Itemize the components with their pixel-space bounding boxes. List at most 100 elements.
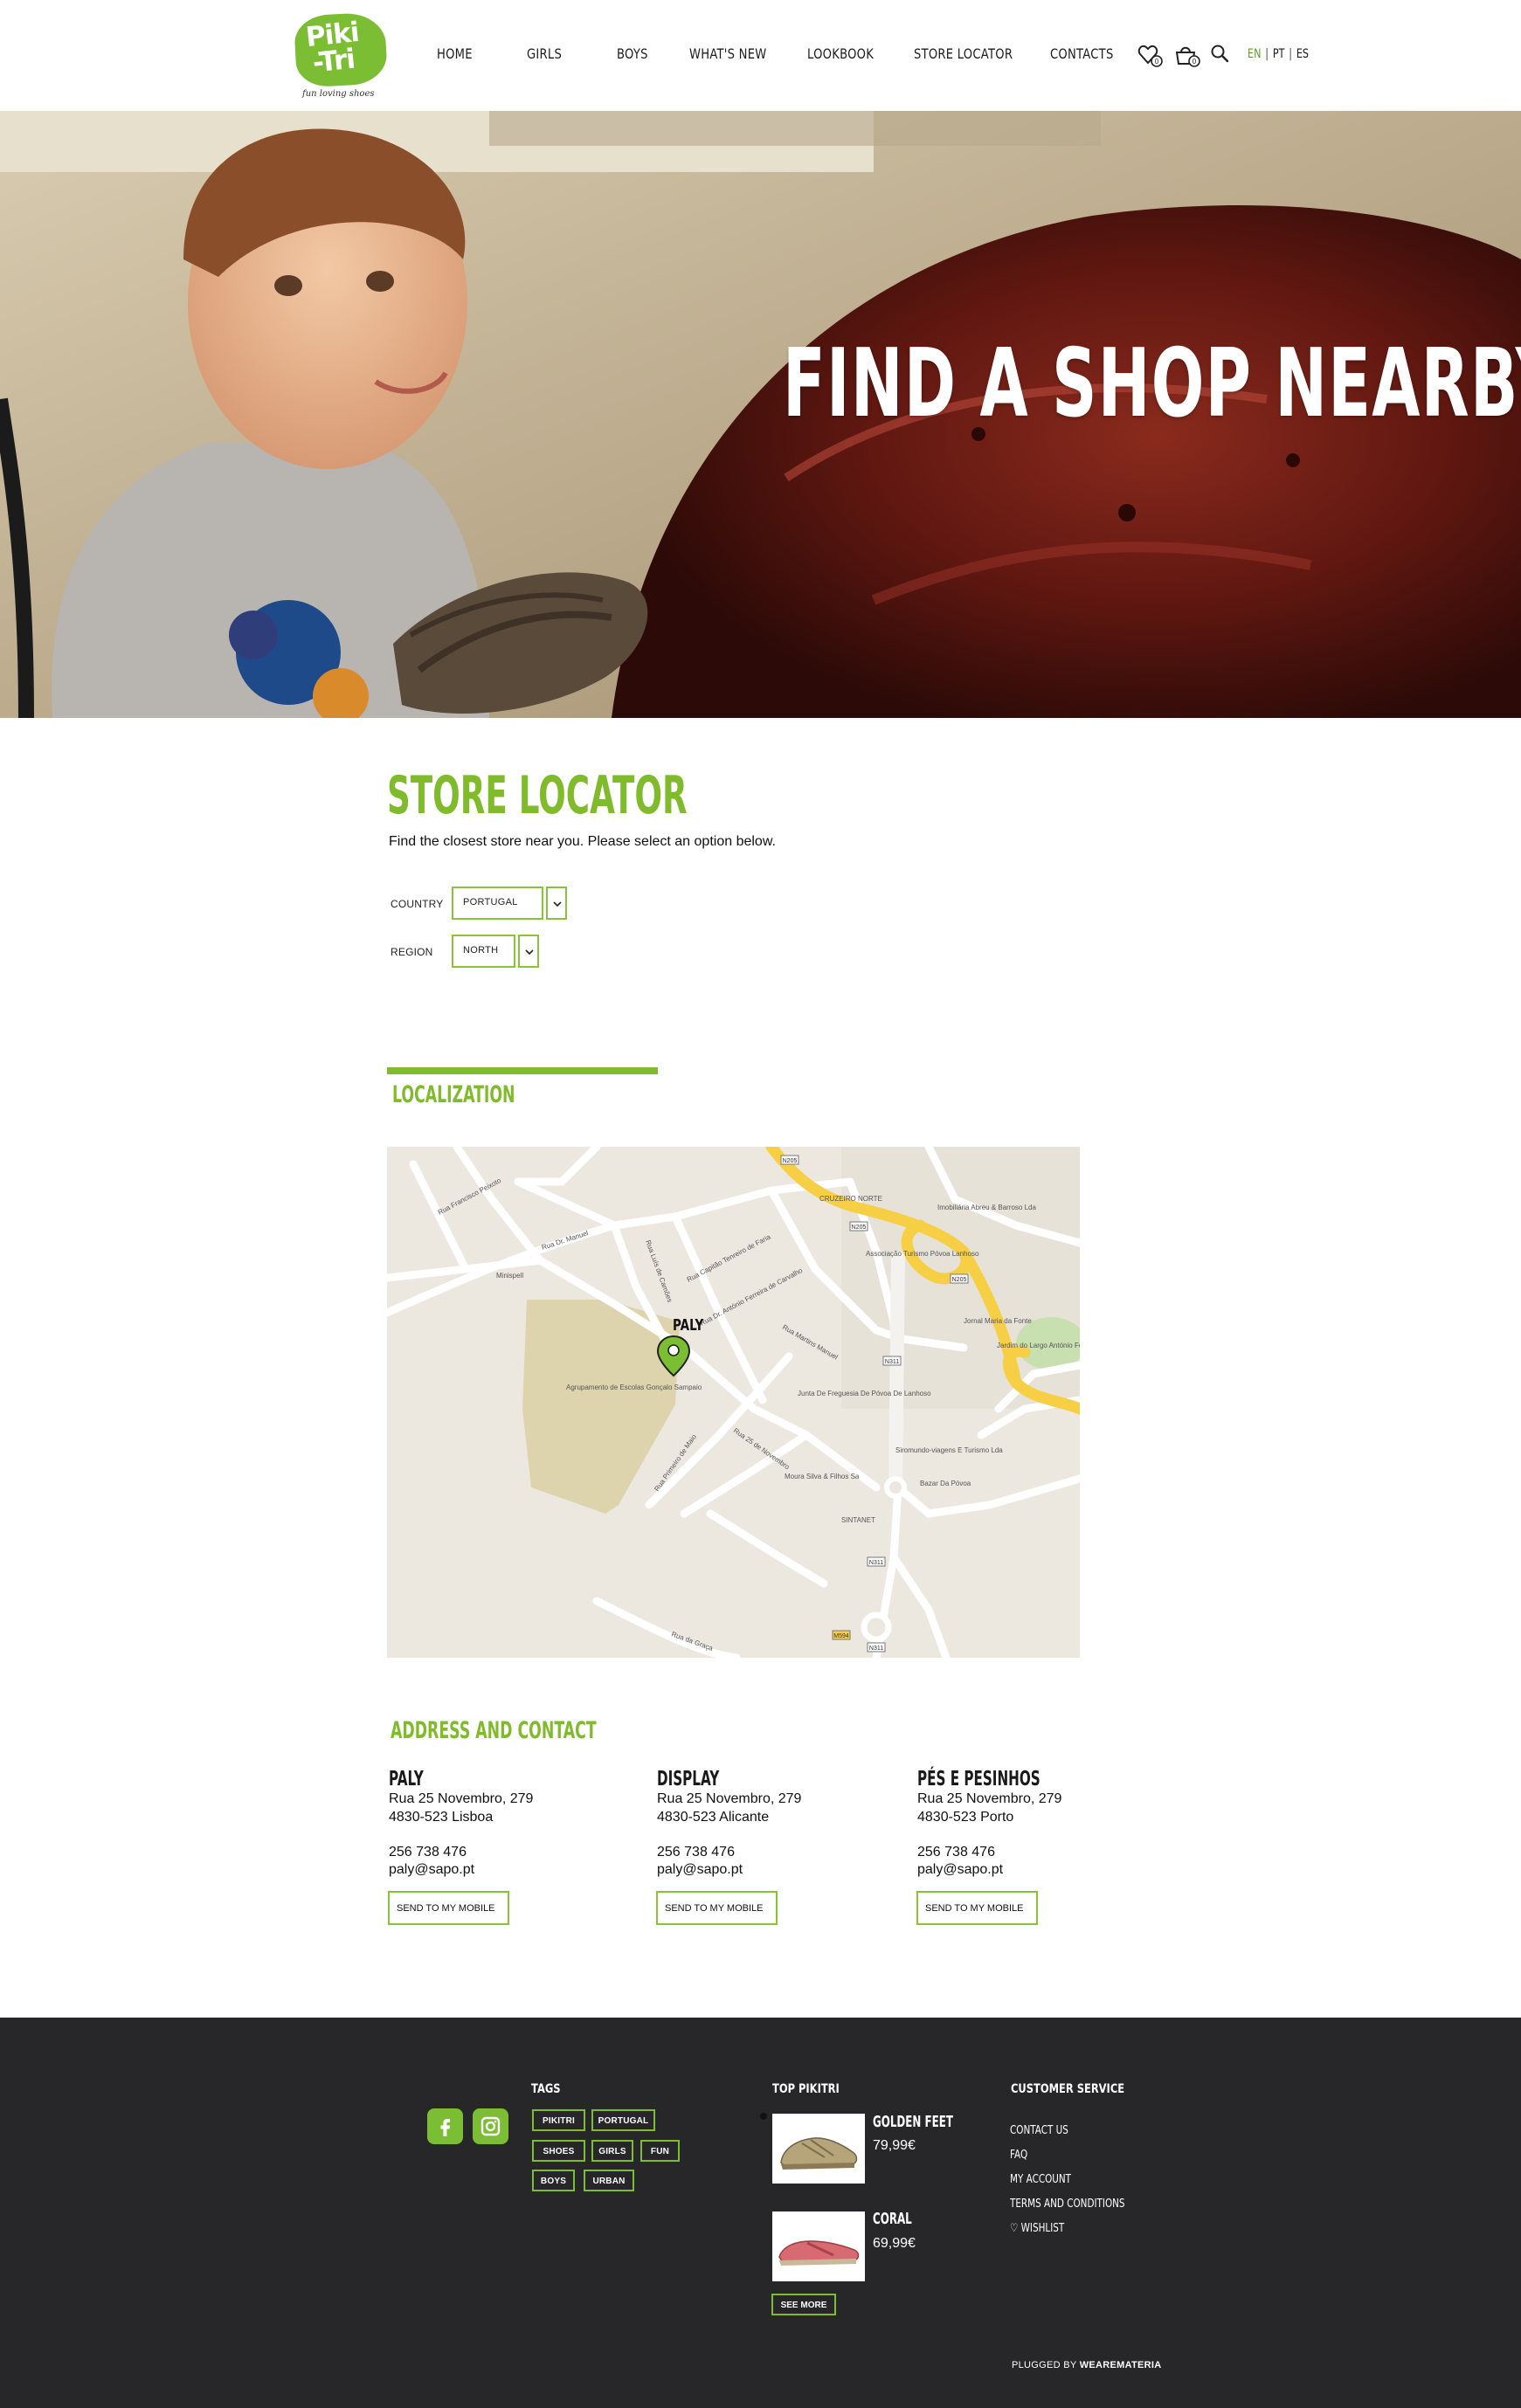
- map-label: Associação Turismo Póvoa Lanhoso: [866, 1250, 979, 1258]
- store-city: 4830-523 Porto: [917, 1810, 1014, 1825]
- tag-button[interactable]: GIRLS: [591, 2140, 633, 2162]
- store-phone[interactable]: 256 738 476: [917, 1845, 995, 1860]
- tags-heading: TAGS: [531, 2082, 561, 2096]
- footer-link-terms[interactable]: TERMS AND CONDITIONS: [1010, 2198, 1125, 2211]
- map-pin-label: PALY: [673, 1315, 704, 1334]
- store-phone[interactable]: 256 738 476: [657, 1845, 735, 1860]
- chevron-down-icon: [553, 901, 562, 907]
- map-label: CRUZEIRO NORTE: [819, 1195, 882, 1203]
- store-street: Rua 25 Novembro, 279: [657, 1791, 802, 1806]
- tag-button[interactable]: BOYS: [532, 2170, 575, 2191]
- store-city: 4830-523 Lisboa: [389, 1810, 494, 1825]
- lang-separator: |: [1265, 47, 1269, 61]
- credit-brand[interactable]: WEAREMATERIA: [1080, 2360, 1162, 2370]
- map-label: Imobiliária Abreu & Barroso Lda: [937, 1204, 1037, 1211]
- svg-text:0: 0: [1193, 58, 1197, 66]
- language-switcher: EN | PT | ES: [1248, 47, 1309, 61]
- customer-service-heading: CUSTOMER SERVICE: [1011, 2082, 1125, 2096]
- top-pikitri-heading: TOP PIKITRI: [772, 2082, 840, 2096]
- instagram-button[interactable]: [473, 2108, 508, 2144]
- map-road-shield: N311: [869, 1646, 883, 1652]
- lang-pt[interactable]: PT: [1273, 47, 1285, 61]
- logo-tagline: fun loving shoes: [302, 89, 375, 99]
- map-road-shield: N311: [869, 1560, 883, 1566]
- nav-whats-new[interactable]: WHAT'S NEW: [689, 45, 766, 62]
- lang-separator: |: [1289, 47, 1293, 61]
- tag-button[interactable]: URBAN: [584, 2170, 634, 2191]
- nav-lookbook[interactable]: LOOKBOOK: [807, 45, 874, 62]
- store-name: DISPLAY: [657, 1768, 720, 1790]
- site-footer: [0, 2018, 1521, 2408]
- svg-text:0: 0: [1155, 58, 1159, 66]
- country-dropdown-button[interactable]: [546, 887, 567, 920]
- chevron-down-icon: [525, 949, 534, 956]
- map-label: Junta De Freguesia De Póvoa De Lanhoso: [798, 1390, 931, 1397]
- localization-title: LOCALIZATION: [392, 1081, 515, 1108]
- search-icon[interactable]: [1210, 44, 1229, 63]
- send-to-mobile-button[interactable]: SEND TO MY MOBILE: [656, 1891, 778, 1925]
- country-select[interactable]: PORTUGAL: [452, 887, 543, 920]
- tag-button[interactable]: PIKITRI: [532, 2109, 585, 2131]
- region-dropdown-button[interactable]: [518, 935, 539, 968]
- hero-title: FIND A SHOP NEARBY: [783, 329, 1521, 438]
- page-subtitle: Find the closest store near you. Please …: [389, 834, 776, 849]
- region-select[interactable]: NORTH: [452, 935, 515, 968]
- nav-store-locator[interactable]: STORE LOCATOR: [914, 45, 1013, 62]
- product-name[interactable]: GOLDEN FEET: [873, 2113, 953, 2131]
- page-title: STORE LOCATOR: [387, 765, 688, 826]
- map-road-shield: M594: [833, 1633, 849, 1639]
- footer-link-my-account[interactable]: MY ACCOUNT: [1010, 2173, 1071, 2186]
- map-road-shield: N311: [885, 1359, 899, 1365]
- tag-button[interactable]: SHOES: [532, 2140, 585, 2162]
- map-road-shield: N205: [952, 1277, 967, 1283]
- site-header: Piki -Tri fun loving shoes HOME GIRLS BO…: [0, 0, 1521, 111]
- hero-banner: FIND A SHOP NEARBY: [0, 111, 1521, 718]
- map-label: Bazar Da Póvoa: [920, 1480, 971, 1487]
- nav-home[interactable]: HOME: [437, 45, 473, 62]
- store-phone[interactable]: 256 738 476: [389, 1845, 467, 1860]
- product-price: 79,99€: [873, 2138, 916, 2153]
- map-label: Jardim do Largo António Ferreira Lopes: [997, 1342, 1080, 1349]
- tag-button[interactable]: FUN: [640, 2140, 680, 2162]
- carousel-dot[interactable]: [760, 2113, 767, 2120]
- section-accent-bar: [387, 1067, 658, 1074]
- product-thumbnail[interactable]: [772, 2114, 865, 2184]
- map-label: Minispell: [496, 1272, 523, 1280]
- nav-boys[interactable]: BOYS: [617, 45, 648, 62]
- product-thumbnail[interactable]: [772, 2211, 865, 2281]
- map-label: Moura Silva & Filhos Sa: [785, 1473, 860, 1480]
- store-name: PALY: [389, 1768, 424, 1790]
- credit-prefix: PLUGGED BY: [1012, 2360, 1077, 2370]
- product-name[interactable]: CORAL: [873, 2210, 912, 2228]
- wishlist-icon[interactable]: 0: [1137, 42, 1165, 70]
- shoe-image: [780, 2137, 858, 2170]
- send-to-mobile-button[interactable]: SEND TO MY MOBILE: [388, 1891, 509, 1925]
- address-title: ADDRESS AND CONTACT: [391, 1717, 597, 1744]
- footer-link-faq[interactable]: FAQ: [1010, 2149, 1027, 2162]
- see-more-button[interactable]: SEE MORE: [771, 2294, 836, 2315]
- store-map[interactable]: N205 N205 N311 N311 N205 M594 N311 Rua F…: [387, 1147, 1080, 1658]
- store-email[interactable]: paly@sapo.pt: [917, 1862, 1003, 1878]
- tag-button[interactable]: PORTUGAL: [591, 2109, 655, 2131]
- map-label: SINTANET: [841, 1516, 875, 1524]
- region-label: REGION: [391, 946, 433, 958]
- footer-link-contact-us[interactable]: CONTACT US: [1010, 2124, 1068, 2137]
- country-label: COUNTRY: [391, 898, 444, 910]
- cart-icon[interactable]: 0: [1172, 40, 1202, 70]
- lang-en[interactable]: EN: [1248, 47, 1261, 61]
- store-email[interactable]: paly@sapo.pt: [657, 1862, 743, 1878]
- store-street: Rua 25 Novembro, 279: [917, 1791, 1062, 1806]
- map-label: Jornal Maria da Fonte: [964, 1317, 1032, 1325]
- shoe-image: [778, 2240, 860, 2266]
- footer-link-wishlist[interactable]: ♡ WISHLIST: [1010, 2222, 1064, 2235]
- instagram-icon: [480, 2116, 501, 2136]
- nav-contacts[interactable]: CONTACTS: [1050, 45, 1114, 62]
- facebook-button[interactable]: [427, 2108, 463, 2144]
- lang-es[interactable]: ES: [1296, 47, 1309, 61]
- send-to-mobile-button[interactable]: SEND TO MY MOBILE: [916, 1891, 1038, 1925]
- map-road-shield: N205: [783, 1158, 798, 1164]
- facebook-icon: [440, 2119, 450, 2136]
- brand-logo[interactable]: Piki -Tri fun loving shoes: [293, 11, 390, 101]
- nav-girls[interactable]: GIRLS: [527, 45, 562, 62]
- store-email[interactable]: paly@sapo.pt: [389, 1862, 474, 1878]
